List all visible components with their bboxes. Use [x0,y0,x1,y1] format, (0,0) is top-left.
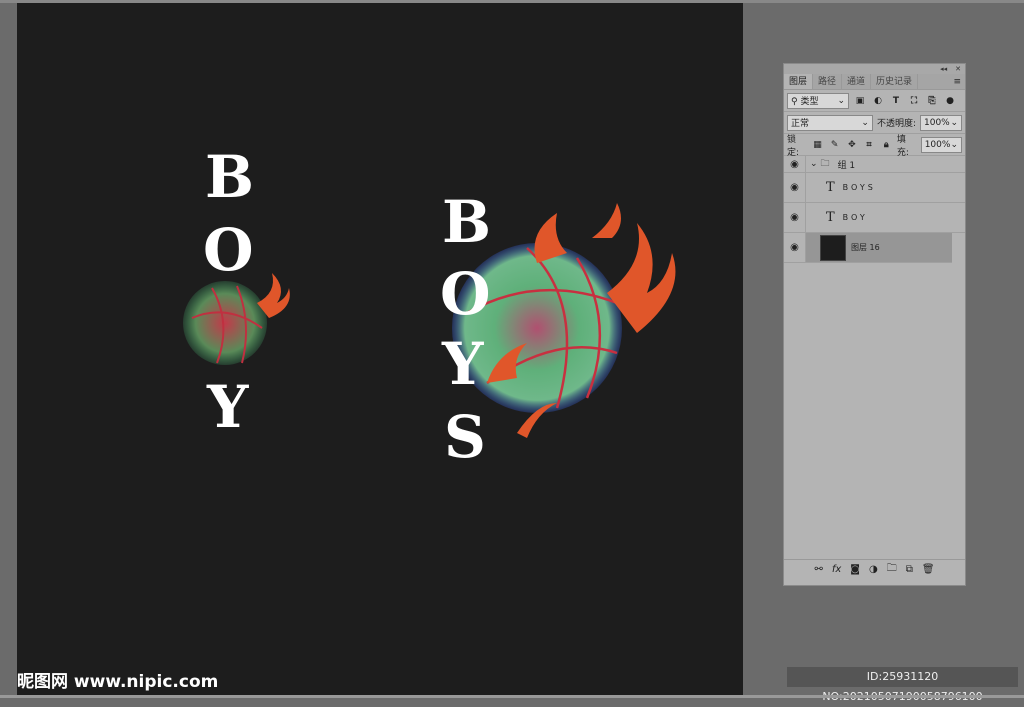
eye-icon[interactable]: ◉ [784,156,806,172]
lock-pixels-icon[interactable]: ✎ [828,140,841,150]
eye-icon[interactable]: ◉ [784,173,806,202]
letter: B [205,143,255,211]
smart-object-filter-icon[interactable]: ⎘ [925,96,939,106]
new-layer-icon[interactable]: ⧉ [906,564,913,575]
lock-artboard-icon[interactable]: ⌗ [862,140,875,150]
artwork-graphics [183,203,676,438]
layer-name: 图层 16 [851,243,880,252]
layer-name: BOYS [842,183,876,192]
letter: B [442,188,492,256]
trash-icon[interactable]: 🗑︎ [922,564,935,575]
opacity-field[interactable]: 100% ⌄ [920,114,962,131]
tab-channels[interactable]: 通道 [842,74,872,89]
filter-kind-select[interactable]: ⚲ 类型 ⌄ [787,92,849,109]
document-canvas[interactable]: B O Y B O Y S [17,3,743,695]
opacity-label: 不透明度: [876,119,917,129]
eye-icon[interactable]: ◉ [784,233,806,262]
fill-field[interactable]: 100% ⌄ [920,136,962,153]
adjustment-layer-icon[interactable]: ◑ [869,564,878,575]
collapse-icon[interactable]: ◂◂ [940,64,947,74]
filter-kind-value: 类型 [800,97,819,107]
fill-label: 填充: [896,134,909,158]
letter: Y [207,373,249,441]
fill-value: 100% [924,139,951,150]
letter: S [444,403,486,471]
add-mask-icon[interactable]: ◙ [850,564,860,575]
letter: Y [442,330,484,398]
layer-thumbnail [820,234,846,261]
chevron-down-icon: ⌄ [861,117,869,128]
layer-name: BOY [842,213,868,222]
eye-icon[interactable]: ◉ [784,203,806,232]
folder-icon: 🗀 [820,159,830,169]
image-filter-icon[interactable]: ▣ [853,96,867,106]
chevron-down-icon: ⌄ [837,95,845,106]
fx-icon[interactable]: fx [832,564,841,575]
adjustment-filter-icon[interactable]: ◐ [871,96,885,106]
text-layer-icon: T [826,210,835,225]
layer-row-group[interactable]: ◉ ⌄ 🗀 组 1 [784,156,965,173]
letter: O [440,260,491,328]
lock-position-icon[interactable]: ✥ [845,140,858,150]
tab-paths[interactable]: 路径 [813,74,843,89]
lock-all-icon[interactable]: 🔒︎ [880,140,893,150]
opacity-value: 100% [924,117,950,128]
filter-toggle[interactable]: ● [943,96,957,106]
search-icon: ⚲ [791,97,798,107]
tab-history[interactable]: 历史记录 [871,74,919,89]
layer-row-text[interactable]: ◉ T BOYS [784,173,965,203]
tab-layers[interactable]: 图层 [784,74,814,89]
chevron-down-icon[interactable]: ⌄ [810,159,818,169]
layer-row-pixel[interactable]: ◉ 图层 16 [784,233,952,263]
layer-row-text[interactable]: ◉ T BOY [784,203,965,233]
link-layers-icon[interactable]: ⚯ [814,564,822,575]
new-group-icon[interactable]: 🗀 [887,561,897,578]
layer-name: 组 1 [837,160,856,171]
blend-mode-value: 正常 [791,119,810,129]
menu-icon[interactable]: ≡ [953,74,965,89]
id-label: ID:25931120 NO:20210507190058796100 [787,667,1018,703]
close-icon[interactable]: ✕ [955,64,961,74]
watermark: 昵图网 www.nipic.com [17,672,219,692]
letter: O [203,216,254,284]
lock-label: 锁定: [787,134,800,158]
layers-panel: ◂◂ ✕ 图层 路径 通道 历史记录 ≡ ⚲ 类型 ⌄ ▣ ◐ T ⛶ ⎘ ● 正常… [783,63,966,586]
blend-mode-select[interactable]: 正常 ⌄ [787,114,873,131]
text-filter-icon[interactable]: T [889,96,903,106]
lock-transparency-icon[interactable]: ▦ [811,140,824,150]
shape-filter-icon[interactable]: ⛶ [907,96,921,106]
text-layer-icon: T [826,180,835,195]
